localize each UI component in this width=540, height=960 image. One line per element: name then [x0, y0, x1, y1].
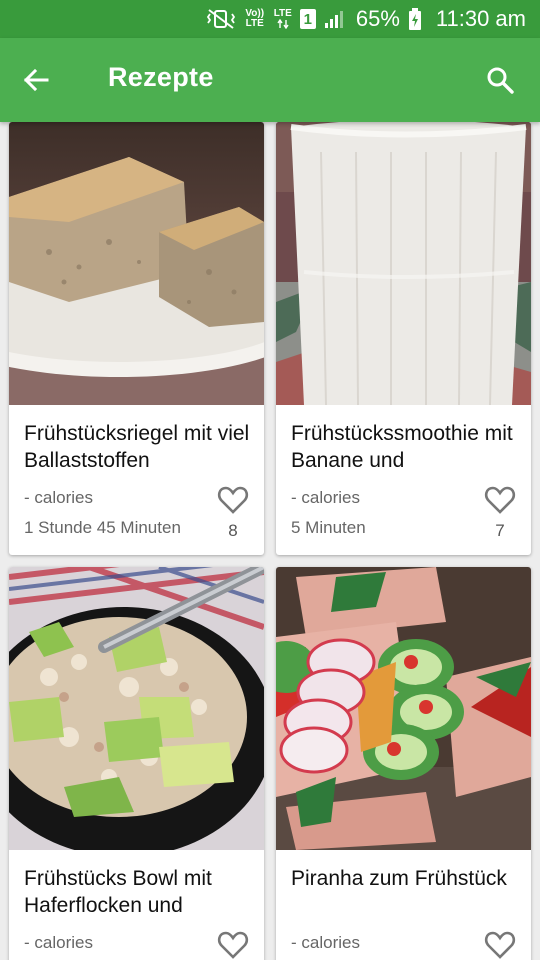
- recipe-card[interactable]: Frühstückssmoothie mit Banane und - calo…: [276, 122, 531, 555]
- recipe-card[interactable]: Piranha zum Frühstück - calories: [276, 567, 531, 960]
- recipe-photo-breakfast-bar: [9, 122, 264, 405]
- favorite-count: 7: [495, 521, 505, 540]
- battery-charging-icon: [408, 8, 421, 30]
- clock: 11:30 am: [435, 6, 526, 31]
- search-button[interactable]: [480, 60, 520, 100]
- data-arrows-icon: [277, 19, 289, 29]
- favorite-button[interactable]: [213, 482, 253, 518]
- recipe-calories: - calories: [291, 488, 360, 507]
- battery-percent: 65%: [355, 6, 400, 31]
- recipe-title: Piranha zum Frühstück: [291, 867, 507, 890]
- recipe-photo-piranha: [276, 567, 531, 850]
- recipe-calories: - calories: [24, 488, 93, 507]
- search-icon: [487, 67, 514, 94]
- recipe-photo-bowl: [9, 567, 264, 850]
- favorite-count: 8: [228, 521, 238, 540]
- recipe-grid[interactable]: Frühstücksriegel mit viel Ballaststoffen…: [0, 122, 540, 960]
- recipe-title: Frühstückssmoothie mit Banane und: [291, 422, 513, 472]
- favorite-button[interactable]: [480, 482, 520, 518]
- sim-slot-number: 1: [303, 10, 313, 28]
- sim-slot-badge: 1: [299, 9, 316, 29]
- heart-outline-icon: [217, 486, 249, 514]
- recipe-calories: - calories: [24, 933, 93, 952]
- recipe-time: 5 Minuten: [291, 518, 366, 537]
- status-icons: Vo)) LTE LTE 1 65% 11:30 am: [206, 0, 526, 38]
- lte-label: LTE: [273, 8, 292, 19]
- signal-strength-icon: [324, 11, 343, 28]
- app-bar: Rezepte: [0, 38, 540, 122]
- favorite-button[interactable]: [213, 927, 253, 960]
- recipe-card[interactable]: Frühstücksriegel mit viel Ballaststoffen…: [9, 122, 264, 555]
- arrow-back-icon: [23, 68, 49, 92]
- back-button[interactable]: [16, 60, 56, 100]
- recipe-title: Frühstücks Bowl mit Haferflocken und: [24, 867, 212, 917]
- volte-indicator: Vo)) LTE: [245, 8, 265, 29]
- recipe-photo-smoothie: [276, 122, 531, 405]
- recipe-title: Frühstücksriegel mit viel Ballaststoffen: [24, 422, 250, 472]
- lte-indicator: LTE: [274, 9, 292, 29]
- page-title: Rezepte: [108, 62, 214, 92]
- heart-outline-icon: [484, 931, 516, 959]
- heart-outline-icon: [217, 931, 249, 959]
- vibrate-mute-icon: [206, 9, 235, 29]
- favorite-button[interactable]: [480, 927, 520, 960]
- status-bar: Vo)) LTE LTE 1 65% 11:30 am: [0, 0, 540, 38]
- recipe-card[interactable]: Frühstücks Bowl mit Haferflocken und - c…: [9, 567, 264, 960]
- recipe-calories: - calories: [291, 933, 360, 952]
- recipe-time: 1 Stunde 45 Minuten: [24, 518, 181, 537]
- heart-outline-icon: [484, 486, 516, 514]
